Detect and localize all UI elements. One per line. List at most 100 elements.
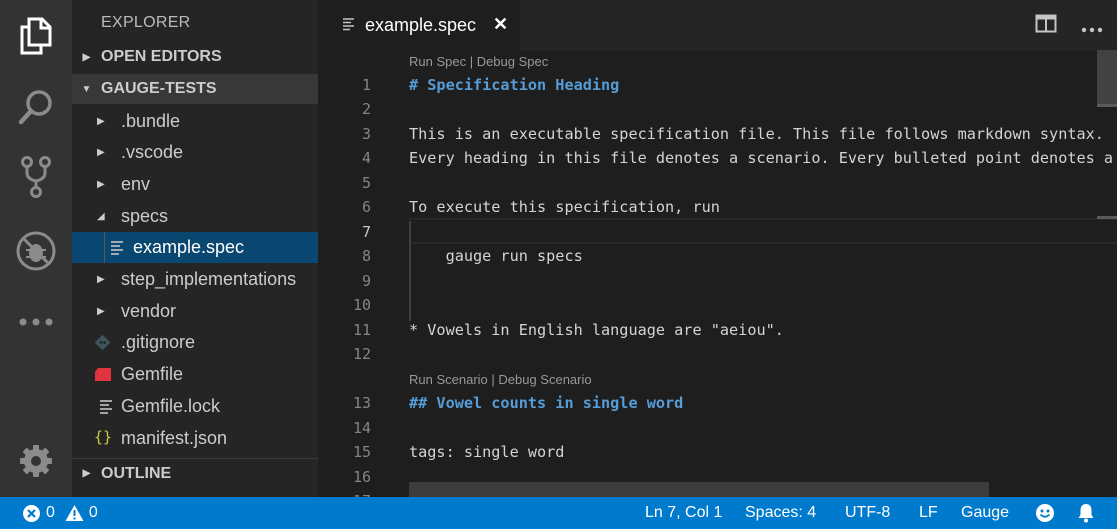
code-line: Every heading in this file denotes a sce… <box>409 149 1117 167</box>
overview-ruler-mark <box>1097 216 1117 219</box>
code-line: gauge run specs <box>409 247 583 265</box>
chevron-down-icon: ▼ <box>81 83 92 95</box>
split-editor-icon[interactable] <box>1035 13 1057 40</box>
files-icon[interactable] <box>0 4 72 68</box>
folder-header-gauge-tests[interactable]: ▼ GAUGE-TESTS <box>72 74 318 104</box>
line-number: 9 <box>361 272 371 290</box>
outline-label: OUTLINE <box>101 464 172 482</box>
line-number: 8 <box>361 247 371 265</box>
json-braces-icon: {} <box>94 428 113 446</box>
lines-file-icon <box>99 399 113 414</box>
tree-item-label: Gemfile <box>121 364 184 384</box>
line-number: 11 <box>352 321 371 339</box>
code-line: * Vowels in English language are "aeiou"… <box>409 321 784 339</box>
problems-indicator[interactable]: 0 0 <box>22 497 98 529</box>
outline-header[interactable]: ▶ OUTLINE <box>72 458 318 488</box>
tree-item-vendor[interactable]: ▶ vendor <box>72 296 318 327</box>
language-mode[interactable]: Gauge <box>961 497 1009 529</box>
tree-item-label: .bundle <box>121 111 181 131</box>
tree-item-label: step_implementations <box>121 269 297 289</box>
line-number: 5 <box>361 174 371 192</box>
line-number: 16 <box>352 468 371 486</box>
chevron-right-icon: ▶ <box>97 179 105 190</box>
encoding-status[interactable]: UTF-8 <box>845 497 890 529</box>
code-line: To execute this specification, run <box>409 198 720 216</box>
chevron-right-icon: ▶ <box>97 306 105 317</box>
codelens-scenario[interactable]: Run Scenario | Debug Scenario <box>409 372 592 387</box>
close-icon[interactable]: ✕ <box>493 14 508 35</box>
tree-item-label: .vscode <box>121 142 184 162</box>
editor-tabs-bar: example.spec ✕ <box>318 0 1117 50</box>
tree-item-label: example.spec <box>133 237 245 257</box>
git-file-icon <box>94 334 111 351</box>
code-editor[interactable]: Run Spec | Debug Spec 1 # Specification … <box>318 50 1117 497</box>
chevron-right-icon: ▶ <box>97 147 105 158</box>
indentation-status[interactable]: Spaces: 4 <box>745 497 816 529</box>
code-line: This is an executable specification file… <box>409 125 1104 143</box>
tree-item-step-implementations[interactable]: ▶ step_implementations <box>72 264 318 295</box>
line-number: 2 <box>361 100 371 118</box>
source-control-icon[interactable] <box>0 145 72 209</box>
line-number: 13 <box>352 394 371 412</box>
code-line: tags: single word <box>409 443 565 461</box>
sidebar-title: EXPLORER <box>101 14 191 31</box>
line-number: 1 <box>361 76 371 94</box>
more-icon[interactable] <box>0 290 72 354</box>
debug-icon[interactable] <box>0 219 72 283</box>
line-number: 15 <box>352 443 371 461</box>
bell-icon[interactable] <box>1077 497 1095 529</box>
line-number: 14 <box>352 419 371 437</box>
settings-gear-icon[interactable] <box>0 429 72 493</box>
open-editors-label: OPEN EDITORS <box>101 48 222 65</box>
chevron-right-icon: ▶ <box>82 51 91 63</box>
indent-guide <box>104 232 105 263</box>
chevron-down-icon: ◢ <box>97 211 105 222</box>
line-number: 10 <box>352 296 371 314</box>
codelens-spec[interactable]: Run Spec | Debug Spec <box>409 54 548 69</box>
chevron-right-icon: ▶ <box>97 116 105 127</box>
eol-status[interactable]: LF <box>919 497 938 529</box>
chevron-right-icon: ▶ <box>82 468 91 479</box>
cursor-position[interactable]: Ln 7, Col 1 <box>645 497 722 529</box>
code-line: # Specification Heading <box>409 76 620 94</box>
current-line-highlight <box>409 218 1117 244</box>
tree-item-label: vendor <box>121 301 177 321</box>
tab-label: example.spec <box>365 14 477 35</box>
error-count: 0 <box>46 504 55 521</box>
tree-item-example-spec[interactable]: example.spec <box>72 232 318 263</box>
tree-item-gemfile-lock[interactable]: Gemfile.lock <box>72 391 318 422</box>
lines-file-icon <box>342 17 355 36</box>
hover-widget <box>409 482 989 497</box>
tree-item-specs[interactable]: ◢ specs <box>72 201 318 232</box>
feedback-smiley-icon[interactable] <box>1035 497 1055 529</box>
tree-item-manifest-json[interactable]: {} manifest.json <box>72 423 318 454</box>
chevron-right-icon: ▶ <box>97 274 105 285</box>
tree-item-env[interactable]: ▶ env <box>72 169 318 200</box>
ruby-gem-icon <box>94 367 112 382</box>
line-number: 4 <box>361 149 371 167</box>
overview-ruler-mark <box>1097 104 1117 107</box>
warning-icon <box>65 504 84 522</box>
tree-item-label: manifest.json <box>121 428 228 448</box>
folder-label: GAUGE-TESTS <box>101 80 217 97</box>
tree-item-gemfile[interactable]: Gemfile <box>72 359 318 390</box>
tree-item-bundle[interactable]: ▶ .bundle <box>72 106 318 137</box>
line-number: 3 <box>361 125 371 143</box>
code-block-indicator <box>409 221 411 321</box>
code-line: ## Vowel counts in single word <box>409 394 684 412</box>
tab-example-spec[interactable]: example.spec ✕ <box>318 0 520 50</box>
tree-item-label: Gemfile.lock <box>121 396 221 416</box>
line-number: 12 <box>352 345 371 363</box>
lines-file-icon <box>110 240 124 255</box>
error-icon <box>22 504 41 523</box>
vertical-scrollbar-thumb[interactable] <box>1097 50 1117 106</box>
tree-item-gitignore[interactable]: .gitignore <box>72 327 318 358</box>
more-actions-icon[interactable] <box>1081 20 1103 38</box>
line-number-current: 7 <box>361 223 371 241</box>
tree-item-label: specs <box>121 206 169 226</box>
status-bar: 0 0 Ln 7, Col 1 Spaces: 4 UTF-8 LF Gauge <box>0 497 1117 529</box>
tree-item-vscode[interactable]: ▶ .vscode <box>72 137 318 168</box>
line-number: 6 <box>361 198 371 216</box>
open-editors-header[interactable]: ▶ OPEN EDITORS <box>72 42 318 72</box>
search-icon[interactable] <box>0 75 72 139</box>
